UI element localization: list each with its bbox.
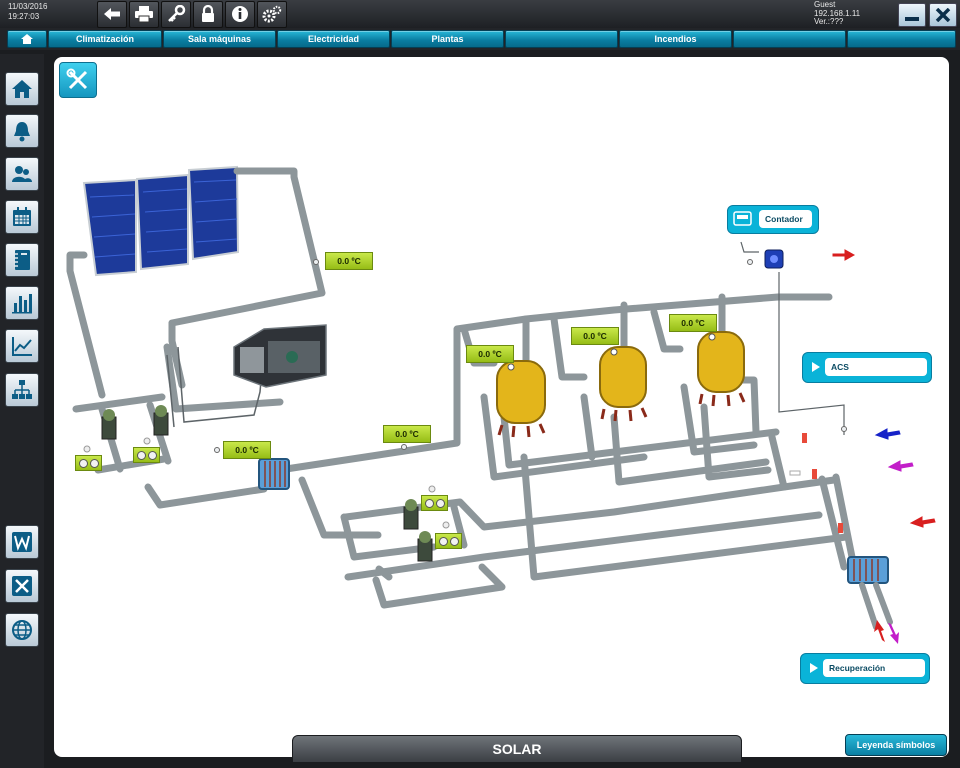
distribution-pipes: [282, 293, 858, 609]
sidebar-excel-button[interactable]: [5, 569, 39, 603]
contador-label: Contador: [759, 210, 812, 228]
users-icon: [12, 166, 32, 182]
pump-status-badge[interactable]: [133, 447, 160, 463]
flow-arrow-mixed-in: [887, 460, 914, 472]
key-icon: [168, 5, 186, 22]
sidebar-home-button[interactable]: [5, 72, 39, 106]
sidebar-calendar-button[interactable]: [5, 200, 39, 234]
storage-tank-3[interactable]: [697, 331, 746, 407]
time-text: 19:27:03: [8, 12, 40, 21]
lock-icon: [202, 5, 214, 22]
bell-icon: [14, 122, 30, 142]
info-button[interactable]: [225, 1, 255, 28]
tab-incendios[interactable]: Incendios: [619, 30, 732, 48]
nav-home-button[interactable]: [7, 30, 47, 48]
back-button[interactable]: [97, 1, 127, 28]
sidebar-web-button[interactable]: [5, 613, 39, 647]
plate-heat-exchanger-solar[interactable]: [258, 458, 290, 490]
globe-icon: [12, 620, 32, 640]
word-icon: [12, 532, 32, 552]
temp-readout-tank-3: 0.0 ºC: [669, 314, 717, 332]
minimize-icon: [905, 17, 919, 21]
tab-sala-maquinas[interactable]: Sala máquinas: [163, 30, 276, 48]
key-button[interactable]: [161, 1, 191, 28]
calendar-icon: [13, 207, 31, 226]
pump-status-badge[interactable]: [421, 495, 448, 511]
version-text: Ver.:???: [814, 17, 844, 26]
print-icon: [135, 6, 153, 23]
screen-title: SOLAR: [292, 735, 742, 763]
recuperacion-callout[interactable]: Recuperación: [800, 653, 930, 684]
flow-meter[interactable]: [764, 249, 784, 269]
control-unit[interactable]: [233, 324, 327, 388]
lock-button[interactable]: [193, 1, 223, 28]
temp-readout-solar-out: 0.0 ºC: [325, 252, 373, 270]
flow-arrow-cold-in: [874, 428, 901, 440]
line-chart-icon: [12, 337, 32, 356]
sidebar-word-button[interactable]: [5, 525, 39, 559]
network-icon: [12, 380, 32, 399]
solar-panel-array[interactable]: [82, 165, 240, 277]
info-icon: [232, 6, 248, 22]
temp-readout-tank-1: 0.0 ºC: [466, 345, 514, 363]
recuperacion-label: Recuperación: [823, 659, 925, 677]
solar-scheme-diagram: [66, 165, 936, 644]
datetime: 11/03/2016 19:27:03: [8, 2, 47, 22]
pump-solar-2[interactable]: [143, 405, 169, 445]
acs-label: ACS: [825, 358, 927, 376]
plate-heat-exchanger-recovery[interactable]: [847, 556, 889, 584]
settings-gears-icon: [262, 5, 282, 23]
tools-icon: [66, 68, 88, 90]
sidebar-line-chart-button[interactable]: [5, 329, 39, 363]
arrow-right-icon: [812, 362, 820, 372]
notebook-icon: [14, 250, 30, 270]
home-icon: [21, 34, 33, 44]
sidebar-network-button[interactable]: [5, 373, 39, 407]
storage-tank-2[interactable]: [599, 346, 648, 422]
temp-readout-secondary: 0.0 ºC: [383, 425, 431, 443]
acs-callout[interactable]: ACS: [802, 352, 932, 383]
sidebar-alarms-button[interactable]: [5, 114, 39, 148]
flow-arrow-hot-out-top: [832, 249, 856, 261]
tab-empty-3[interactable]: [847, 30, 956, 48]
temp-readout-solar-return: 0.0 ºC: [223, 441, 271, 459]
tab-empty-1[interactable]: [505, 30, 618, 48]
tab-climatizacion[interactable]: Climatización: [48, 30, 162, 48]
sidebar-bar-chart-button[interactable]: [5, 286, 39, 320]
temp-readout-tank-2: 0.0 ºC: [571, 327, 619, 345]
contador-callout[interactable]: Contador: [727, 205, 819, 234]
close-button[interactable]: [929, 3, 957, 27]
legend-button[interactable]: Leyenda símbolos: [845, 734, 947, 756]
date-text: 11/03/2016: [8, 2, 48, 11]
minimize-button[interactable]: [898, 3, 926, 27]
sidebar-users-button[interactable]: [5, 157, 39, 191]
flow-arrow-recovery-in: [888, 623, 899, 644]
home-icon: [12, 80, 32, 98]
tab-electricidad[interactable]: Electricidad: [277, 30, 390, 48]
pump-status-badge[interactable]: [75, 455, 102, 471]
tab-empty-2[interactable]: [733, 30, 846, 48]
settings-button[interactable]: [257, 1, 287, 28]
back-arrow-icon: [104, 8, 120, 20]
arrow-right-icon: [810, 663, 818, 673]
excel-icon: [12, 576, 32, 596]
meter-icon: [733, 211, 752, 226]
pump-status-badge[interactable]: [435, 533, 462, 549]
sidebar-notebook-button[interactable]: [5, 243, 39, 277]
tools-button[interactable]: [59, 62, 97, 98]
flow-arrow-hot-in: [909, 516, 936, 528]
tab-plantas[interactable]: Plantas: [391, 30, 504, 48]
close-icon: [935, 8, 951, 22]
recovery-outlet-pipes: [859, 582, 893, 630]
user-info: Guest 192.168.1.11 Ver.:???: [814, 0, 860, 27]
print-button[interactable]: [129, 1, 159, 28]
bar-chart-icon: [12, 294, 32, 314]
